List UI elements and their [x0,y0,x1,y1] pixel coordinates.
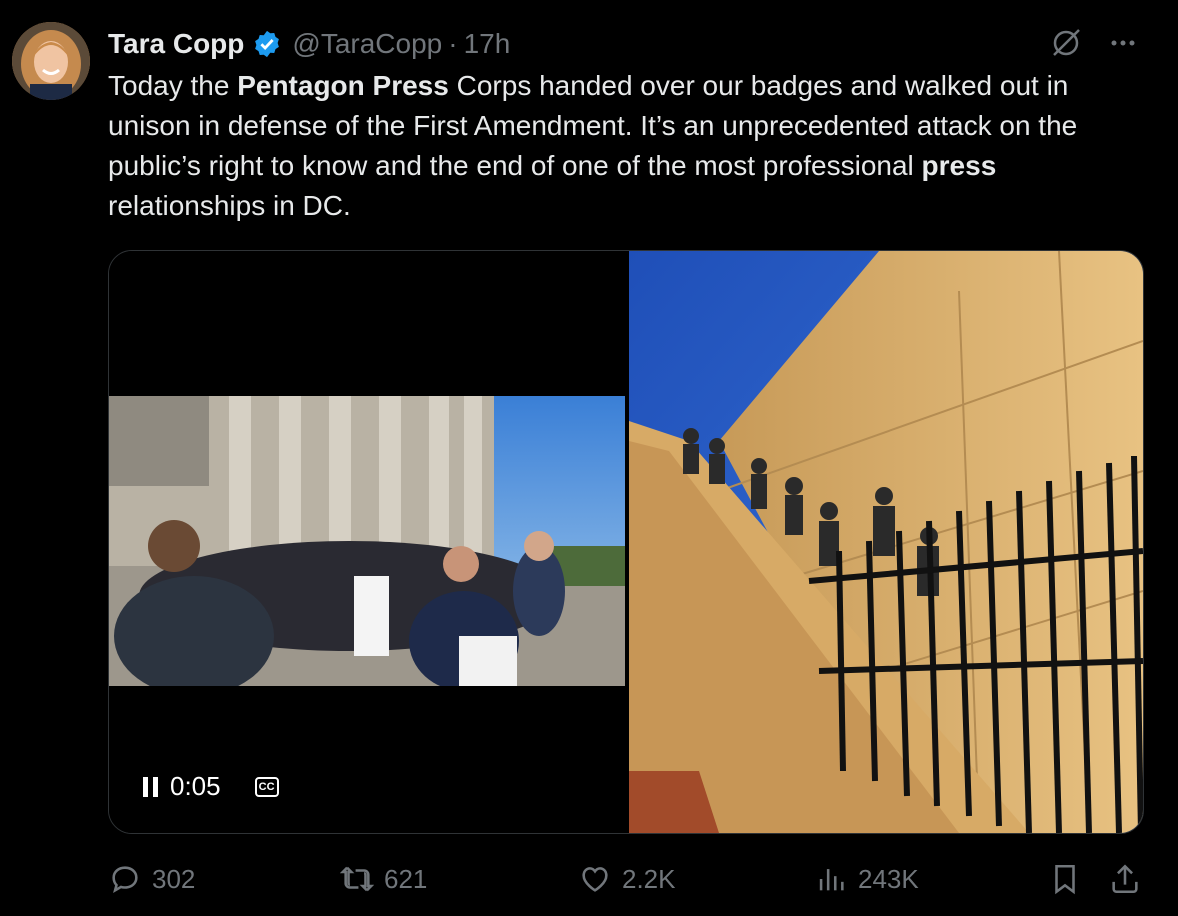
views-count: 243K [858,863,919,894]
video-controls: 0:05 CC [143,771,279,802]
author-name[interactable]: Tara Copp [108,28,244,60]
media-grid: 0:05 CC [108,250,1144,834]
views-icon [819,869,844,891]
timestamp[interactable]: 17h [464,28,511,60]
tweet-text-bold: Pentagon Press [237,70,449,101]
like-button[interactable]: 2.2K [578,862,676,896]
tweet-actions: 302 621 2.2K 243K [108,862,1148,898]
pause-icon[interactable] [143,776,158,797]
bookmark-icon [1055,864,1075,895]
author-handle[interactable]: @TaraCopp [292,28,442,60]
grok-icon[interactable] [1050,27,1082,59]
closed-captions-icon[interactable]: CC [254,776,279,797]
cc-label: CC [258,780,275,793]
video-time: 0:05 [170,771,221,801]
photo[interactable] [629,251,1143,833]
verified-badge-icon [255,30,280,58]
more-icon[interactable] [1106,26,1140,60]
video-player[interactable]: 0:05 CC [109,251,627,833]
avatar[interactable] [12,22,90,100]
header-actions [1050,26,1140,60]
repost-button[interactable]: 621 [340,862,427,896]
share-icon [1112,864,1138,894]
tweet-text-segment: Today the [108,70,238,101]
reply-icon [112,866,138,893]
like-count: 2.2K [622,863,676,894]
repost-count: 621 [384,863,428,894]
share-button[interactable] [1108,862,1142,896]
views-button[interactable]: 243K [814,862,919,896]
video-frame [109,396,625,686]
tweet-text-segment: relationships in DC. [108,190,351,221]
tweet-text: Today the Pentagon Press Corps handed ov… [108,66,1148,226]
separator-dot: · [448,28,458,59]
tweet-header: Tara Copp @TaraCopp · 17h [108,24,510,64]
tweet-text-bold: press [921,150,997,181]
bookmark-button[interactable] [1048,862,1082,896]
reply-button[interactable]: 302 [108,862,195,896]
repost-icon [340,866,374,892]
like-icon [582,867,608,892]
reply-count: 302 [152,863,196,894]
avatar-image [12,22,90,100]
